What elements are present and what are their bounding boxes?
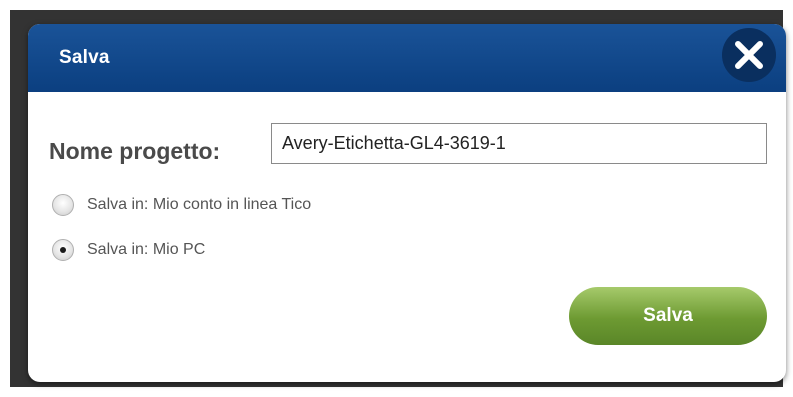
project-name-input[interactable] [271, 123, 767, 164]
dialog-titlebar: Salva [28, 24, 786, 92]
save-option-label: Salva in: Mio conto in linea Tico [87, 196, 312, 213]
project-name-label: Nome progetto: [49, 138, 221, 164]
close-button[interactable] [722, 28, 776, 82]
dialog-title: Salva [59, 47, 110, 68]
radio-selected-dot [60, 247, 66, 253]
close-icon [735, 41, 763, 69]
radio-button[interactable] [52, 194, 74, 216]
radio-button-selected[interactable] [52, 239, 74, 261]
save-dialog: Salva Nome progetto: Salva in: Mio conto… [28, 24, 786, 382]
save-button[interactable]: Salva [569, 287, 767, 345]
save-option-label: Salva in: Mio PC [87, 241, 206, 258]
